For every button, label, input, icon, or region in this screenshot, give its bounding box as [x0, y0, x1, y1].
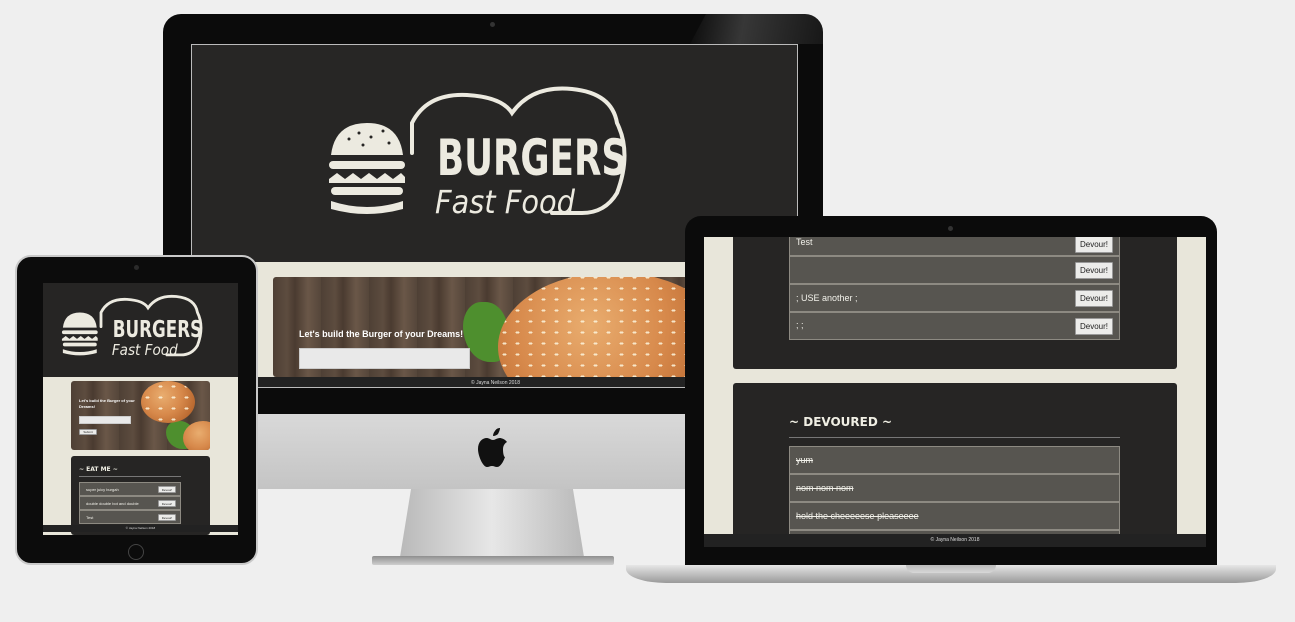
burger-name: double double bot and double — [86, 501, 139, 506]
burgers-logo: BURGERS Fast Food — [61, 294, 203, 359]
ipad-webcam-icon — [134, 265, 139, 270]
burger-name-input[interactable] — [299, 348, 470, 369]
footer: © Jayna Neilson 2018 — [43, 525, 238, 532]
apple-logo-icon — [478, 428, 507, 467]
devour-button[interactable]: Devour! — [1075, 290, 1113, 307]
devour-button[interactable]: Devour! — [1075, 237, 1113, 253]
devour-button[interactable]: Devour! — [1075, 318, 1113, 335]
devour-button[interactable]: Devour! — [158, 500, 176, 507]
submit-button[interactable]: Submit — [79, 429, 97, 435]
devoured-row: nom nom nom — [789, 474, 1120, 502]
home-button-icon[interactable] — [128, 544, 144, 560]
eat-me-panel: Test Devour! Devour! ; USE another ; Dev… — [733, 237, 1177, 369]
hero-title: Let's build the Burger of your Dreams! — [79, 398, 135, 409]
hero-title: Let's build the Burger of your Dreams! — [299, 329, 464, 339]
eat-me-row: double double bot and double Devour! — [79, 496, 181, 510]
burger-name: super juicy burgah — [86, 487, 119, 492]
devoured-heading: ~ DEVOURED ~ — [789, 415, 893, 429]
devoured-row: yum — [789, 446, 1120, 474]
burger-name: ; ; — [796, 320, 804, 330]
eat-me-row: Devour! — [789, 256, 1120, 284]
imac-stand — [400, 489, 584, 557]
burger-name: Test — [86, 515, 94, 520]
burger-icon — [329, 123, 405, 214]
logo-title: BURGERS — [113, 315, 202, 343]
imac-glare — [690, 14, 823, 44]
devoured-panel: ~ DEVOURED ~ yum nom nom nom hold the ch… — [733, 383, 1177, 547]
laptop-screen: Test Devour! Devour! ; USE another ; Dev… — [704, 237, 1206, 547]
burger-name: ; USE another ; — [796, 293, 858, 303]
eat-me-row: ; USE another ; Devour! — [789, 284, 1120, 312]
burger-bun-image — [141, 381, 195, 423]
logo-tagline: Fast Food — [112, 341, 178, 359]
eat-me-row: Test Devour! — [789, 237, 1120, 256]
devour-button[interactable]: Devour! — [1075, 262, 1113, 279]
ipad-header: BURGERS Fast Food — [43, 283, 238, 377]
devoured-burger-name: hold the cheeeeese pleaseeee — [796, 511, 919, 521]
devoured-burger-name: yum — [796, 455, 814, 465]
devoured-burger-name: nom nom nom — [796, 483, 854, 493]
burger-name: Test — [796, 237, 813, 247]
devoured-row: hold the cheeeeese pleaseeee — [789, 502, 1120, 530]
eat-me-row: super juicy burgah Devour! — [79, 482, 181, 496]
burgers-logo: BURGERS Fast Food — [329, 86, 627, 221]
heading-divider — [79, 476, 181, 477]
imac-base — [372, 556, 614, 565]
logo-title: BURGERS — [437, 129, 627, 187]
eat-me-row: ; ; Devour! — [789, 312, 1120, 340]
eat-me-panel: ~ EAT ME ~ super juicy burgah Devour! do… — [71, 456, 210, 535]
devour-button[interactable]: Devour! — [158, 486, 176, 493]
footer: © Jayna Neilson 2018 — [704, 534, 1206, 547]
burger-name-input[interactable] — [79, 416, 131, 424]
eat-me-row: Test Devour! — [79, 510, 181, 524]
laptop-webcam-icon — [948, 226, 953, 231]
burger-icon — [61, 312, 98, 356]
laptop-notch — [906, 565, 996, 573]
imac-webcam-icon — [490, 22, 495, 27]
ipad-screen: BURGERS Fast Food Let's build the Burger… — [43, 283, 238, 535]
heading-divider — [789, 437, 1120, 438]
logo-tagline: Fast Food — [435, 183, 576, 221]
hero-banner: Let's build the Burger of your Dreams! S… — [71, 381, 210, 450]
devour-button[interactable]: Devour! — [158, 514, 176, 521]
eat-me-heading: ~ EAT ME ~ — [79, 466, 118, 473]
